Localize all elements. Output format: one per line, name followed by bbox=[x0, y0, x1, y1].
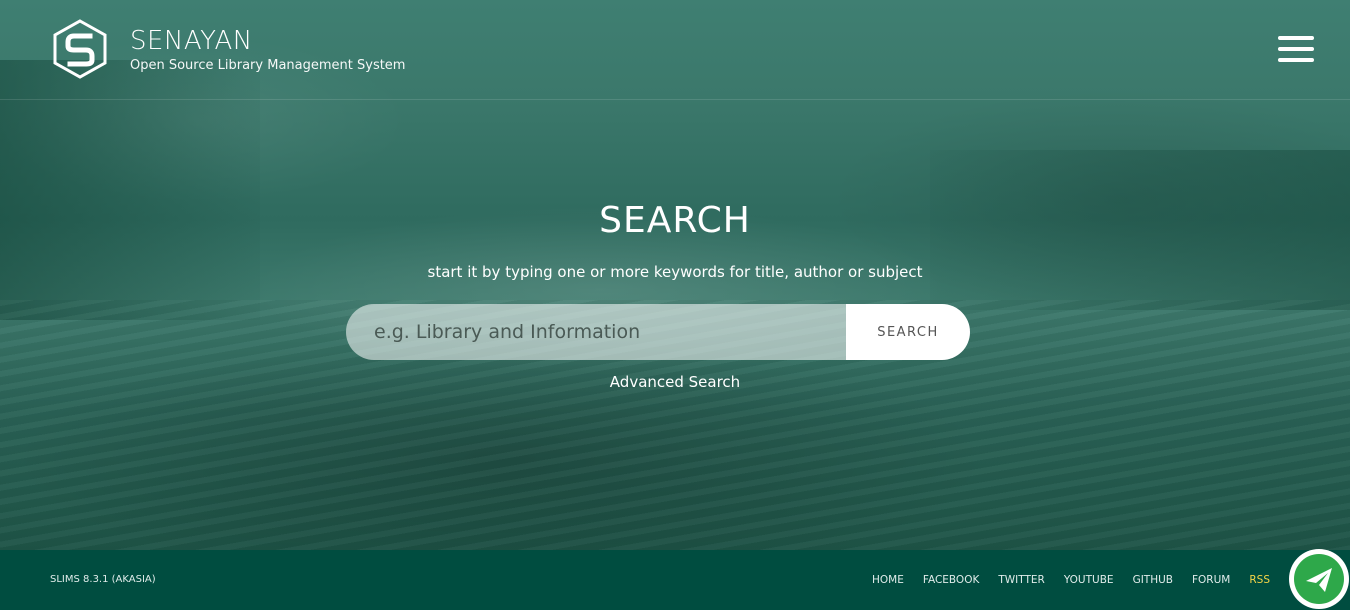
feedback-fab-button[interactable] bbox=[1289, 549, 1349, 609]
slims-hexagon-logo-icon[interactable] bbox=[53, 19, 107, 79]
footer-link-home[interactable]: HOME bbox=[872, 574, 904, 586]
search-button[interactable]: SEARCH bbox=[846, 304, 970, 360]
paper-plane-icon bbox=[1306, 568, 1332, 592]
footer-link-forum[interactable]: FORUM bbox=[1192, 574, 1230, 586]
footer-nav: HOME FACEBOOK TWITTER YOUTUBE GITHUB FOR… bbox=[853, 574, 1270, 586]
fab-circle bbox=[1294, 554, 1344, 604]
hero-background: SENAYAN Open Source Library Management S… bbox=[0, 0, 1350, 550]
footer-link-youtube[interactable]: YOUTUBE bbox=[1064, 574, 1114, 586]
hamburger-menu-icon[interactable] bbox=[1278, 36, 1314, 62]
footer-link-rss[interactable]: RSS bbox=[1249, 574, 1270, 586]
footer: SLIMS 8.3.1 (AKASIA) HOME FACEBOOK TWITT… bbox=[0, 550, 1350, 610]
search-input[interactable] bbox=[346, 304, 846, 360]
brand-title[interactable]: SENAYAN bbox=[130, 26, 253, 56]
search-form: SEARCH bbox=[346, 304, 970, 360]
advanced-search-link[interactable]: Advanced Search bbox=[610, 373, 740, 391]
brand-subtitle: Open Source Library Management System bbox=[130, 58, 406, 73]
footer-link-facebook[interactable]: FACEBOOK bbox=[923, 574, 979, 586]
header-divider bbox=[0, 99, 1350, 100]
footer-link-twitter[interactable]: TWITTER bbox=[998, 574, 1044, 586]
search-heading: SEARCH bbox=[599, 200, 751, 241]
advanced-search: Advanced Search bbox=[0, 373, 1350, 391]
footer-link-github[interactable]: GITHUB bbox=[1133, 574, 1173, 586]
search-hint: start it by typing one or more keywords … bbox=[427, 263, 923, 281]
version-label: SLIMS 8.3.1 (AKASIA) bbox=[50, 574, 156, 585]
